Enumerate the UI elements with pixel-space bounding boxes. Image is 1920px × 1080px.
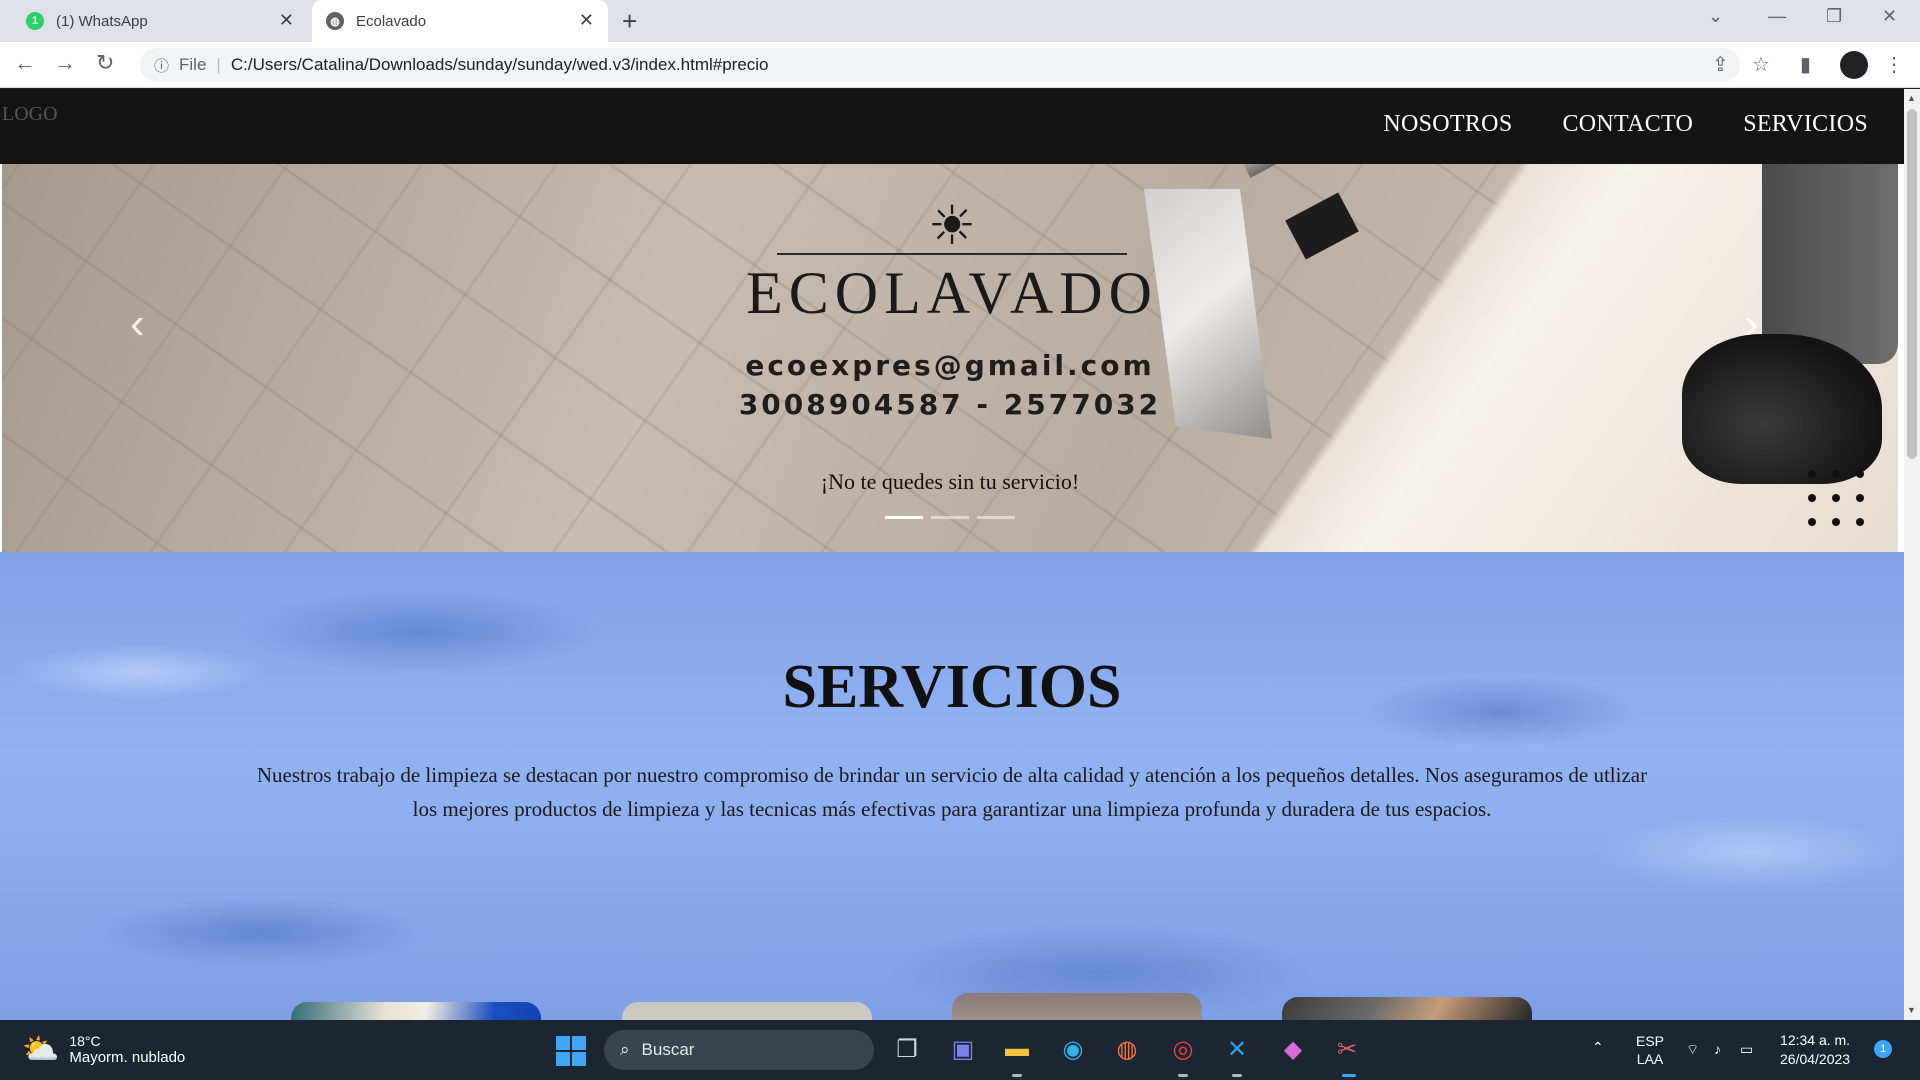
share-icon[interactable]: ⇪ [1712,52,1729,77]
nav-contacto[interactable]: CONTACTO [1562,111,1693,138]
app-running-indicator [1012,1074,1022,1077]
globe-icon: ◍ [326,12,344,30]
scroll-up-icon[interactable]: ▲ [1907,93,1916,103]
cloud-sun-icon: ⛅ [22,1033,60,1066]
page-scrollbar[interactable]: ▲ ▼ [1904,89,1920,1020]
services-description: Nuestros trabajo de limpieza se destacan… [256,763,1648,821]
hero-photo-pipe [1233,164,1622,178]
services-title: SERVICIOS [782,653,1122,721]
menu-icon[interactable]: ⋮ [1884,52,1904,77]
carousel-prev-icon[interactable]: ‹ [130,299,145,349]
tab-ecolavado[interactable]: ◍ Ecolavado ✕ [312,0,608,42]
app-active-indicator [1342,1074,1356,1077]
clock-time: 12:34 a. m. [1780,1032,1851,1048]
teams-icon[interactable]: ▣ [946,1032,980,1066]
address-bar: ← → ↻ ⓘ File | C:/Users/Catalina/Downloa… [0,42,1920,88]
new-tab-button[interactable]: + [622,6,637,37]
snipping-tool-icon[interactable]: ✂ [1330,1032,1364,1066]
app-running-indicator [1178,1074,1188,1077]
service-card-sofa[interactable] [291,1002,541,1020]
taskbar-clock[interactable]: 12:34 a. m. 26/04/2023 [1780,1031,1850,1069]
hero-caption: ¡No te quedes sin tu servicio! [820,469,1080,494]
reload-icon[interactable]: ↻ [96,50,114,76]
star-icon[interactable]: ☆ [1752,52,1770,77]
service-card-car-seat[interactable] [1282,997,1532,1020]
firefox-icon[interactable]: ◍ [1110,1032,1144,1066]
hero-brand-logo: ☀ ECOLAVADO [732,199,1172,328]
notification-badge[interactable]: 1 [1874,1040,1892,1058]
show-hidden-icons-icon[interactable]: ⌃ [1592,1038,1604,1056]
windows-taskbar: ⛅ 18°C Mayorm. nublado ⌕ Buscar ❐ ▣ ▬ ◉ … [0,1020,1920,1080]
carousel-indicator[interactable] [885,516,923,519]
page-viewport: LOGO NOSOTROS CONTACTO SERVICIOS ☀ ECOLA… [0,89,1904,1020]
url-text: C:/Users/Catalina/Downloads/sunday/sunda… [230,55,769,74]
sunburst-icon: ☀ [927,196,977,256]
carousel-indicator[interactable] [931,516,969,519]
wifi-icon[interactable]: ⌔ [1686,1040,1699,1058]
profile-avatar[interactable] [1840,51,1868,79]
service-card-carpet[interactable] [622,1002,872,1020]
weather-widget[interactable]: ⛅ 18°C Mayorm. nublado [22,1032,185,1067]
close-window-icon[interactable]: ✕ [1882,6,1897,27]
vscode-icon[interactable]: ✕ [1220,1032,1254,1066]
hero-phone: 3008904587 - 2577032 [738,388,1162,421]
decorative-dots [1808,470,1864,526]
chrome-icon[interactable]: ◎ [1166,1032,1200,1066]
service-card-mattress[interactable] [952,993,1202,1020]
tab-title: (1) WhatsApp [56,12,148,30]
nav-nosotros[interactable]: NOSOTROS [1383,111,1512,138]
nav-servicios[interactable]: SERVICIOS [1743,111,1868,138]
carousel-indicator[interactable] [977,516,1015,519]
search-label: Buscar [641,1040,695,1059]
side-panel-icon[interactable]: ▮ [1800,52,1811,77]
back-icon[interactable]: ← [14,50,36,76]
brand-title: ECOLAVADO [746,260,1158,326]
language-line1: ESP [1636,1033,1665,1049]
carousel-indicators [885,516,1015,519]
tab-whatsapp[interactable]: 1 (1) WhatsApp ✕ [12,0,308,42]
paint-drop-icon[interactable]: ◆ [1276,1032,1310,1066]
battery-icon[interactable]: ▭ [1740,1040,1753,1058]
minimize-icon[interactable]: — [1768,6,1786,27]
language-line2: LAA [1636,1051,1664,1067]
tab-search-icon[interactable]: ⌄ [1708,6,1723,27]
tab-title: Ecolavado [356,12,427,30]
language-indicator[interactable]: ESP LAA [1636,1032,1664,1068]
windows-start-icon[interactable] [556,1036,586,1066]
scroll-down-icon[interactable]: ▼ [1907,1005,1916,1015]
browser-tabstrip: 1 (1) WhatsApp ✕ ◍ Ecolavado ✕ + ⌄ — ❐ ✕ [0,0,1920,42]
clock-date: 26/04/2023 [1780,1051,1851,1067]
file-label: File [179,55,207,74]
whatsapp-icon: 1 [26,12,44,30]
file-explorer-icon[interactable]: ▬ [1000,1032,1034,1066]
services-section: SERVICIOS Nuestros trabajo de limpieza s… [0,552,1904,1020]
taskbar-search[interactable]: ⌕ Buscar [604,1030,874,1070]
edge-icon[interactable]: ◉ [1056,1032,1090,1066]
logo-image[interactable]: LOGO [2,103,58,126]
restore-icon[interactable]: ❐ [1826,6,1842,27]
volume-icon[interactable]: ♪ [1714,1040,1721,1058]
hero-carousel: ☀ ECOLAVADO ecoexpres@gmail.com 30089045… [2,164,1898,552]
main-nav: NOSOTROS CONTACTO SERVICIOS [1383,111,1868,138]
url-input[interactable]: ⓘ File | C:/Users/Catalina/Downloads/sun… [140,48,1740,82]
separator: | [216,55,221,74]
close-tab-icon[interactable]: ✕ [579,10,594,31]
forward-icon[interactable]: → [54,50,76,76]
task-view-icon[interactable]: ❐ [890,1032,924,1066]
hero-email: ecoexpres@gmail.com [745,349,1155,382]
weather-desc: Mayorm. nublado [69,1049,186,1066]
app-running-indicator [1232,1074,1242,1077]
site-header: LOGO NOSOTROS CONTACTO SERVICIOS [0,89,1904,164]
close-tab-icon[interactable]: ✕ [279,10,294,31]
search-icon: ⌕ [620,1040,630,1059]
hero-photo-pipe-joint [1285,192,1359,260]
carousel-next-icon[interactable]: › [1744,299,1759,349]
weather-temp: 18°C [69,1033,101,1049]
scroll-thumb[interactable] [1907,109,1917,459]
info-icon[interactable]: ⓘ [154,55,169,76]
